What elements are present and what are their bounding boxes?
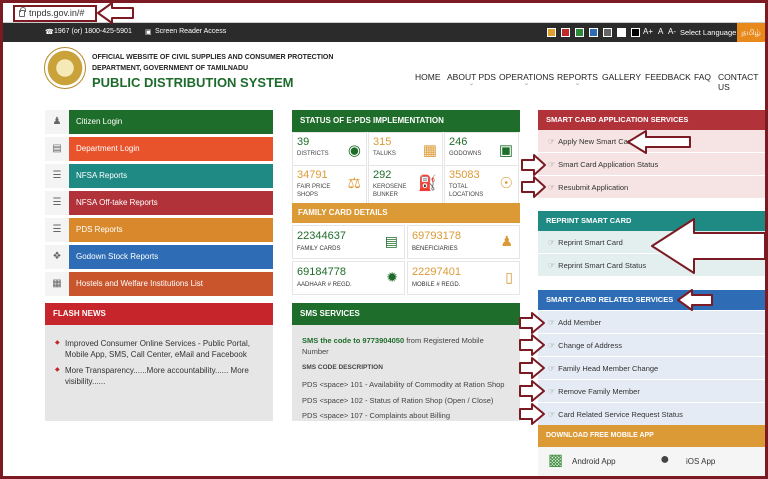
annotation-arrow bbox=[627, 130, 691, 154]
annotation-arrow bbox=[677, 289, 713, 311]
annotation-arrow bbox=[521, 154, 546, 176]
annotation-arrow bbox=[519, 380, 545, 402]
annotation-arrow bbox=[519, 334, 545, 356]
annotation-arrow bbox=[519, 403, 545, 425]
annotation-arrows bbox=[97, 2, 766, 425]
annotation-arrow bbox=[519, 312, 545, 334]
annotation-arrow bbox=[651, 218, 766, 274]
annotation-arrow bbox=[521, 176, 546, 198]
annotation-arrow bbox=[519, 357, 545, 379]
annotation-arrow bbox=[97, 2, 134, 24]
